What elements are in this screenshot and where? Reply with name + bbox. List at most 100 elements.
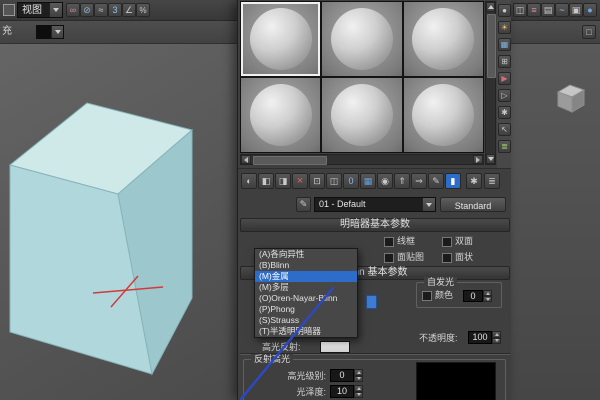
- two-sided-checkbox[interactable]: 双面: [442, 236, 473, 247]
- slots-vertical-scrollbar[interactable]: [485, 1, 496, 165]
- angle-snap-icon[interactable]: ∠: [122, 3, 136, 17]
- show-map-in-viewport-icon[interactable]: ▦: [360, 173, 376, 189]
- shader-option-selected[interactable]: (M)金属: [255, 271, 357, 282]
- scene-cube[interactable]: [8, 102, 194, 376]
- unlink-selection-icon[interactable]: ⊘: [80, 3, 94, 17]
- material-map-navigator-icon[interactable]: ≣: [498, 140, 511, 153]
- shader-option[interactable]: (O)Oren-Nayar-Blinn: [255, 293, 357, 304]
- chevron-down-icon: [49, 3, 62, 17]
- side-viewport[interactable]: [511, 44, 600, 400]
- shader-option[interactable]: (B)Blinn: [255, 260, 357, 271]
- material-sample-slot[interactable]: [403, 78, 483, 152]
- schematic-view-icon[interactable]: ▣: [569, 3, 583, 17]
- backlight-icon[interactable]: ☀: [498, 21, 511, 34]
- scroll-up-arrow-icon[interactable]: [486, 2, 495, 12]
- group-title: 自发光: [424, 277, 458, 288]
- material-options-icon[interactable]: ✱: [466, 173, 482, 189]
- rollout-shader-basic-params[interactable]: 明暗器基本参数: [240, 218, 510, 232]
- material-sphere-preview: [330, 8, 393, 70]
- percent-snap-icon[interactable]: %: [136, 3, 150, 17]
- view-dropdown[interactable]: 视图: [17, 2, 63, 18]
- get-material-icon[interactable]: ◐: [241, 173, 257, 189]
- material-id-channel-icon[interactable]: 0: [343, 173, 359, 189]
- layer-manager-icon[interactable]: ▤: [541, 3, 555, 17]
- scroll-right-arrow-icon[interactable]: [473, 155, 483, 164]
- pick-material-eyedropper-icon[interactable]: ✎: [296, 197, 311, 212]
- opacity-value-field[interactable]: 100: [468, 331, 492, 344]
- material-sample-slot[interactable]: [241, 2, 321, 76]
- material-sphere-preview: [249, 84, 312, 146]
- self-illum-color-checkbox[interactable]: 颜色: [422, 290, 453, 301]
- material-sample-slot[interactable]: [241, 78, 321, 152]
- material-type-button[interactable]: Standard: [440, 197, 506, 212]
- glossiness-field[interactable]: 10: [330, 385, 354, 398]
- view-dropdown-value: 视图: [22, 5, 42, 16]
- scroll-down-arrow-icon[interactable]: [486, 154, 495, 164]
- checkbox-box: [422, 290, 432, 301]
- face-map-checkbox[interactable]: 面贴图: [384, 252, 424, 263]
- assign-material-to-selection-icon[interactable]: ◨: [275, 173, 291, 189]
- chevron-down-icon: [51, 26, 63, 38]
- lock-ambient-diffuse-button[interactable]: [366, 295, 377, 309]
- shader-option[interactable]: (M)多层: [255, 282, 357, 293]
- material-sample-slot[interactable]: [403, 2, 483, 76]
- curve-editor-icon[interactable]: ~: [555, 3, 569, 17]
- sample-type-icon[interactable]: ●: [498, 4, 511, 17]
- put-material-to-scene-icon[interactable]: ◧: [258, 173, 274, 189]
- material-sample-slot[interactable]: [322, 78, 402, 152]
- material-editor-panel: ● ☀ ▦ ⊞ ▶ ▷ ✱ ↖ ≣ ◐ ◧ ◨ × ⊡ ◫ 0 ▦ ◉ ⇑ ⇒ …: [237, 0, 511, 400]
- scene-object-cube[interactable]: [556, 84, 586, 113]
- go-forward-to-sibling-icon[interactable]: ⇒: [411, 173, 427, 189]
- self-illum-spinner: 0: [463, 290, 492, 302]
- slots-horizontal-scrollbar[interactable]: [240, 154, 484, 165]
- scrollbar-thumb[interactable]: [253, 156, 327, 165]
- show-end-result-icon[interactable]: ◉: [377, 173, 393, 189]
- spinner-arrows[interactable]: [483, 290, 492, 302]
- wire-checkbox[interactable]: 线框: [384, 236, 415, 247]
- select-by-material-icon[interactable]: ↖: [498, 123, 511, 136]
- spinner-arrows[interactable]: [354, 369, 363, 382]
- perspective-viewport[interactable]: [0, 44, 237, 400]
- put-to-library-icon[interactable]: ◫: [326, 173, 342, 189]
- make-material-copy-icon[interactable]: ⊡: [309, 173, 325, 189]
- checkbox-box: [384, 252, 394, 263]
- specular-color-swatch[interactable]: [320, 341, 350, 353]
- sample-uv-tiling-icon[interactable]: ⊞: [498, 55, 511, 68]
- shader-option[interactable]: (A)各向异性: [255, 249, 357, 260]
- shader-option[interactable]: (S)Strauss: [255, 315, 357, 326]
- shader-option[interactable]: (P)Phong: [255, 304, 357, 315]
- shader-option[interactable]: (T)半透明明暗器: [255, 326, 357, 337]
- video-color-check-icon[interactable]: ▶: [498, 72, 511, 85]
- show-background-icon[interactable]: ▮: [445, 173, 461, 189]
- go-to-parent-icon[interactable]: ⇑: [394, 173, 410, 189]
- background-icon[interactable]: ▦: [498, 38, 511, 51]
- row2-dropdown[interactable]: [36, 25, 64, 39]
- material-sphere-preview: [330, 84, 393, 146]
- mirror-icon[interactable]: ◫: [513, 3, 527, 17]
- material-editor-toolbar: ◐ ◧ ◨ × ⊡ ◫ 0 ▦ ◉ ⇑ ⇒ ✎ ▮ ✱ ≣: [238, 168, 511, 192]
- viewport-layout-icon[interactable]: □: [582, 25, 596, 39]
- render-setup-icon[interactable]: ●: [583, 3, 597, 17]
- material-map-navigator-icon[interactable]: ≣: [484, 173, 500, 189]
- snap-toggle-icon[interactable]: 3: [108, 3, 122, 17]
- rollout-title: 明暗器基本参数: [340, 219, 410, 230]
- material-name-dropdown[interactable]: 01 - Default: [314, 197, 436, 212]
- pick-material-icon[interactable]: ✎: [428, 173, 444, 189]
- reset-map-icon[interactable]: ×: [292, 173, 308, 189]
- specular-level-field[interactable]: 0: [330, 369, 354, 382]
- viewport-controls-icon[interactable]: [3, 4, 15, 16]
- specular-highlight-graph: [416, 362, 496, 400]
- specular-color-label: 高光反射:: [262, 342, 301, 352]
- spinner-arrows[interactable]: [492, 331, 501, 344]
- options-icon[interactable]: ✱: [498, 106, 511, 119]
- self-illum-value-field[interactable]: 0: [463, 290, 483, 302]
- scroll-left-arrow-icon[interactable]: [241, 155, 251, 164]
- select-and-link-icon[interactable]: ∞: [66, 3, 80, 17]
- spinner-arrows[interactable]: [354, 385, 363, 398]
- faceted-checkbox[interactable]: 面状: [442, 252, 473, 263]
- make-preview-icon[interactable]: ▷: [498, 89, 511, 102]
- material-sample-slot[interactable]: [322, 2, 402, 76]
- bind-to-space-warp-icon[interactable]: ≈: [94, 3, 108, 17]
- scrollbar-thumb[interactable]: [487, 14, 496, 78]
- align-icon[interactable]: ≡: [527, 3, 541, 17]
